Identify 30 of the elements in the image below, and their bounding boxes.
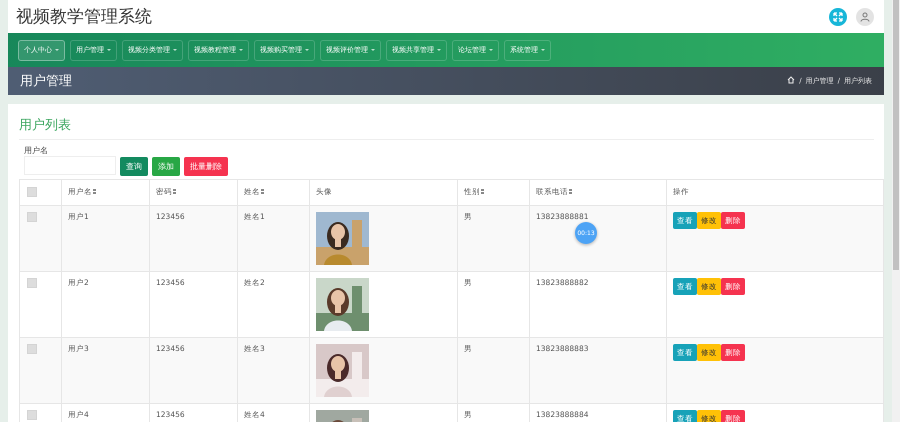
- field-label: 用户名: [24, 145, 49, 156]
- sort-icon[interactable]: [173, 189, 176, 194]
- select-all-checkbox[interactable]: [27, 187, 37, 197]
- caret-icon: [305, 49, 309, 51]
- caret-icon: [489, 49, 493, 51]
- caret-icon: [371, 49, 375, 51]
- app-title: 视频教学管理系统: [16, 6, 153, 28]
- caret-icon: [173, 49, 177, 51]
- user-icon[interactable]: [856, 8, 874, 26]
- sort-icon[interactable]: [261, 189, 264, 194]
- query-button[interactable]: 查询: [120, 157, 148, 176]
- caret-icon: [107, 49, 111, 51]
- fullscreen-icon[interactable]: [829, 8, 847, 26]
- caret-icon: [437, 49, 441, 51]
- caret-icon: [239, 49, 243, 51]
- home-icon[interactable]: [787, 76, 796, 86]
- row-checkbox[interactable]: [27, 344, 37, 354]
- sort-icon[interactable]: [481, 189, 484, 194]
- sort-icon[interactable]: [93, 189, 96, 194]
- card-title: 用户列表: [19, 112, 874, 140]
- batch-delete-button[interactable]: 批量删除: [184, 157, 228, 176]
- row-checkbox[interactable]: [27, 212, 37, 222]
- sort-icon[interactable]: [569, 189, 572, 194]
- row-checkbox[interactable]: [27, 278, 37, 288]
- page-title: 用户管理: [20, 73, 73, 90]
- row-checkbox[interactable]: [27, 410, 37, 420]
- scrollbar-thumb[interactable]: [893, 0, 899, 270]
- caret-icon: [55, 49, 59, 51]
- add-button[interactable]: 添加: [152, 157, 180, 176]
- caret-icon: [541, 49, 545, 51]
